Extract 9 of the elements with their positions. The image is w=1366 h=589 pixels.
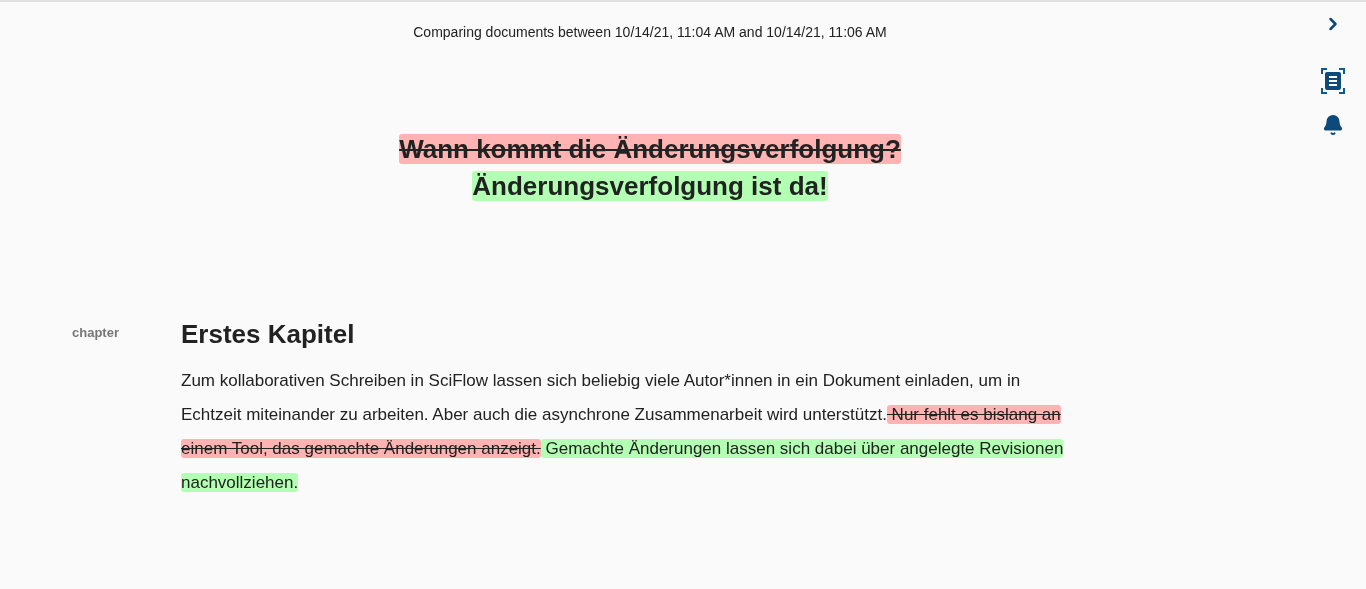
notifications-button[interactable]	[1322, 114, 1344, 136]
section-heading: Erstes Kapitel	[181, 318, 355, 351]
document-title: Wann kommt die Änderungsverfolgung? Änderungsverfolgung ist da!	[398, 133, 902, 203]
document-view-button[interactable]	[1321, 68, 1345, 94]
bell-icon	[1322, 114, 1344, 136]
paragraph: Zum kollaborativen Schreiben in SciFlow lassen sich beliebig viele Autor*innen in ein Dokument einladen, um in Echtzeit miteinander zu arbeiten. Aber auch die asynchrone Zusammenarbeit wird unterstützt. Nur fehlt es bislang an einem Tool, das gemachte Änderungen anzeigt. Gemachte Änderungen lassen sich dabei über angelegte Revisionen nachvollziehen.	[181, 370, 1065, 494]
section-type-label: chapter	[72, 324, 120, 342]
document-frame-icon	[1321, 68, 1345, 94]
comparison-header: Comparing documents between 10/14/21, 11:04 AM and 10/14/21, 11:06 AM	[413, 23, 887, 42]
